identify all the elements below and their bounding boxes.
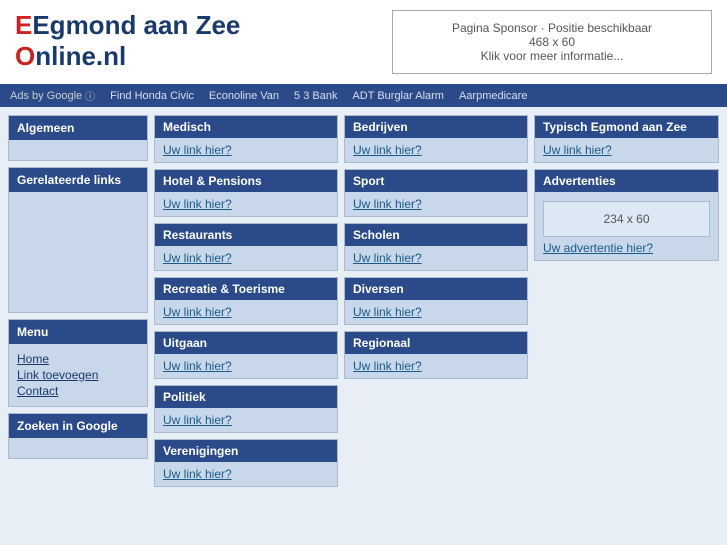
ad-link-1[interactable]: Find Honda Civic bbox=[110, 90, 194, 102]
advertenties-header: Advertenties bbox=[535, 170, 718, 192]
cat-recreatie: Recreatie & Toerisme Uw link hier? bbox=[154, 277, 338, 325]
cat-bedrijven: Bedrijven Uw link hier? bbox=[344, 115, 528, 163]
cat-recreatie-body: Uw link hier? bbox=[155, 300, 337, 324]
menu-header: Menu bbox=[9, 320, 147, 344]
ads-by-google: Ads by Google ⓘ bbox=[10, 88, 95, 103]
logo-line1: EEgmond aan Zee bbox=[15, 10, 240, 41]
cat-restaurants-header: Restaurants bbox=[155, 224, 337, 246]
cat-sport-body: Uw link hier? bbox=[345, 192, 527, 216]
cat-regionaal-link[interactable]: Uw link hier? bbox=[353, 359, 422, 373]
cat-verenigingen: Verenigingen Uw link hier? bbox=[154, 439, 338, 487]
menu-block: Menu Home Link toevoegen Contact bbox=[8, 319, 148, 407]
right-sidebar: Typisch Egmond aan Zee Uw link hier? Adv… bbox=[534, 115, 719, 487]
logo-o: O bbox=[15, 41, 35, 71]
cat-bedrijven-body: Uw link hier? bbox=[345, 138, 527, 162]
cat-restaurants-body: Uw link hier? bbox=[155, 246, 337, 270]
cat-scholen: Scholen Uw link hier? bbox=[344, 223, 528, 271]
cat-regionaal: Regionaal Uw link hier? bbox=[344, 331, 528, 379]
advertenties-body: 234 x 60 Uw advertentie hier? bbox=[535, 192, 718, 260]
gerelateerde-content bbox=[9, 192, 147, 312]
cat-uitgaan-body: Uw link hier? bbox=[155, 354, 337, 378]
zoeken-block: Zoeken in Google bbox=[8, 413, 148, 459]
menu-contact[interactable]: Contact bbox=[17, 384, 139, 398]
cat-restaurants: Restaurants Uw link hier? bbox=[154, 223, 338, 271]
cat-hotel-link[interactable]: Uw link hier? bbox=[163, 197, 232, 211]
cat-hotel-header: Hotel & Pensions bbox=[155, 170, 337, 192]
sponsor-line2: 468 x 60 bbox=[403, 35, 701, 49]
cat-scholen-header: Scholen bbox=[345, 224, 527, 246]
cat-sport-link[interactable]: Uw link hier? bbox=[353, 197, 422, 211]
cat-sport-header: Sport bbox=[345, 170, 527, 192]
cat-bedrijven-header: Bedrijven bbox=[345, 116, 527, 138]
typisch-body: Uw link hier? bbox=[535, 138, 718, 162]
ad-link-2[interactable]: Econoline Van bbox=[209, 90, 279, 102]
cat-medisch-header: Medisch bbox=[155, 116, 337, 138]
gerelateerde-block: Gerelateerde links bbox=[8, 167, 148, 313]
ad-size-box: 234 x 60 bbox=[543, 201, 710, 237]
main-layout: Algemeen Gerelateerde links Menu Home Li… bbox=[0, 107, 727, 495]
header: EEgmond aan Zee Online.nl Pagina Sponsor… bbox=[0, 0, 727, 84]
zoeken-header: Zoeken in Google bbox=[9, 414, 147, 438]
cat-recreatie-header: Recreatie & Toerisme bbox=[155, 278, 337, 300]
typisch-link[interactable]: Uw link hier? bbox=[543, 143, 612, 157]
cat-bedrijven-link[interactable]: Uw link hier? bbox=[353, 143, 422, 157]
cat-hotel: Hotel & Pensions Uw link hier? bbox=[154, 169, 338, 217]
ad-link-4[interactable]: ADT Burglar Alarm bbox=[352, 90, 444, 102]
sponsor-line1: Pagina Sponsor · Positie beschikbaar bbox=[403, 21, 701, 35]
cat-verenigingen-link[interactable]: Uw link hier? bbox=[163, 467, 232, 481]
advertentie-link[interactable]: Uw advertentie hier? bbox=[543, 241, 653, 255]
cat-uitgaan-header: Uitgaan bbox=[155, 332, 337, 354]
cat-restaurants-link[interactable]: Uw link hier? bbox=[163, 251, 232, 265]
algemeen-content bbox=[9, 140, 147, 160]
cat-sport: Sport Uw link hier? bbox=[344, 169, 528, 217]
cat-scholen-link[interactable]: Uw link hier? bbox=[353, 251, 422, 265]
ad-link-3[interactable]: 5 3 Bank bbox=[294, 90, 337, 102]
cat-diversen: Diversen Uw link hier? bbox=[344, 277, 528, 325]
advertenties-block: Advertenties 234 x 60 Uw advertentie hie… bbox=[534, 169, 719, 261]
gerelateerde-header: Gerelateerde links bbox=[9, 168, 147, 192]
cat-medisch-link[interactable]: Uw link hier? bbox=[163, 143, 232, 157]
algemeen-header: Algemeen bbox=[9, 116, 147, 140]
empty-cell bbox=[344, 385, 528, 433]
cat-diversen-body: Uw link hier? bbox=[345, 300, 527, 324]
menu-link-toevoegen[interactable]: Link toevoegen bbox=[17, 368, 139, 382]
cat-regionaal-body: Uw link hier? bbox=[345, 354, 527, 378]
menu-content: Home Link toevoegen Contact bbox=[9, 344, 147, 406]
logo: EEgmond aan Zee Online.nl bbox=[15, 10, 240, 72]
logo-e: E bbox=[15, 10, 32, 40]
sponsor-line3: Klik voor meer informatie... bbox=[403, 49, 701, 63]
cat-politiek-link[interactable]: Uw link hier? bbox=[163, 413, 232, 427]
cat-medisch: Medisch Uw link hier? bbox=[154, 115, 338, 163]
cat-uitgaan: Uitgaan Uw link hier? bbox=[154, 331, 338, 379]
cat-scholen-body: Uw link hier? bbox=[345, 246, 527, 270]
left-sidebar: Algemeen Gerelateerde links Menu Home Li… bbox=[8, 115, 148, 487]
cat-medisch-body: Uw link hier? bbox=[155, 138, 337, 162]
cat-hotel-body: Uw link hier? bbox=[155, 192, 337, 216]
cat-diversen-header: Diversen bbox=[345, 278, 527, 300]
ad-link-5[interactable]: Aarpmedicare bbox=[459, 90, 527, 102]
cat-politiek-body: Uw link hier? bbox=[155, 408, 337, 432]
ad-bar: Ads by Google ⓘ Find Honda Civic Econoli… bbox=[0, 84, 727, 107]
zoeken-content bbox=[9, 438, 147, 458]
typisch-header: Typisch Egmond aan Zee bbox=[535, 116, 718, 138]
cat-recreatie-link[interactable]: Uw link hier? bbox=[163, 305, 232, 319]
sponsor-box[interactable]: Pagina Sponsor · Positie beschikbaar 468… bbox=[392, 10, 712, 74]
cat-verenigingen-body: Uw link hier? bbox=[155, 462, 337, 486]
cat-verenigingen-header: Verenigingen bbox=[155, 440, 337, 462]
cat-uitgaan-link[interactable]: Uw link hier? bbox=[163, 359, 232, 373]
cat-diversen-link[interactable]: Uw link hier? bbox=[353, 305, 422, 319]
algemeen-block: Algemeen bbox=[8, 115, 148, 161]
logo-line2: Online.nl bbox=[15, 41, 240, 72]
cat-politiek-header: Politiek bbox=[155, 386, 337, 408]
typisch-block: Typisch Egmond aan Zee Uw link hier? bbox=[534, 115, 719, 163]
cat-politiek: Politiek Uw link hier? bbox=[154, 385, 338, 433]
center-content: Medisch Uw link hier? Bedrijven Uw link … bbox=[154, 115, 528, 487]
cat-regionaal-header: Regionaal bbox=[345, 332, 527, 354]
menu-home[interactable]: Home bbox=[17, 352, 139, 366]
